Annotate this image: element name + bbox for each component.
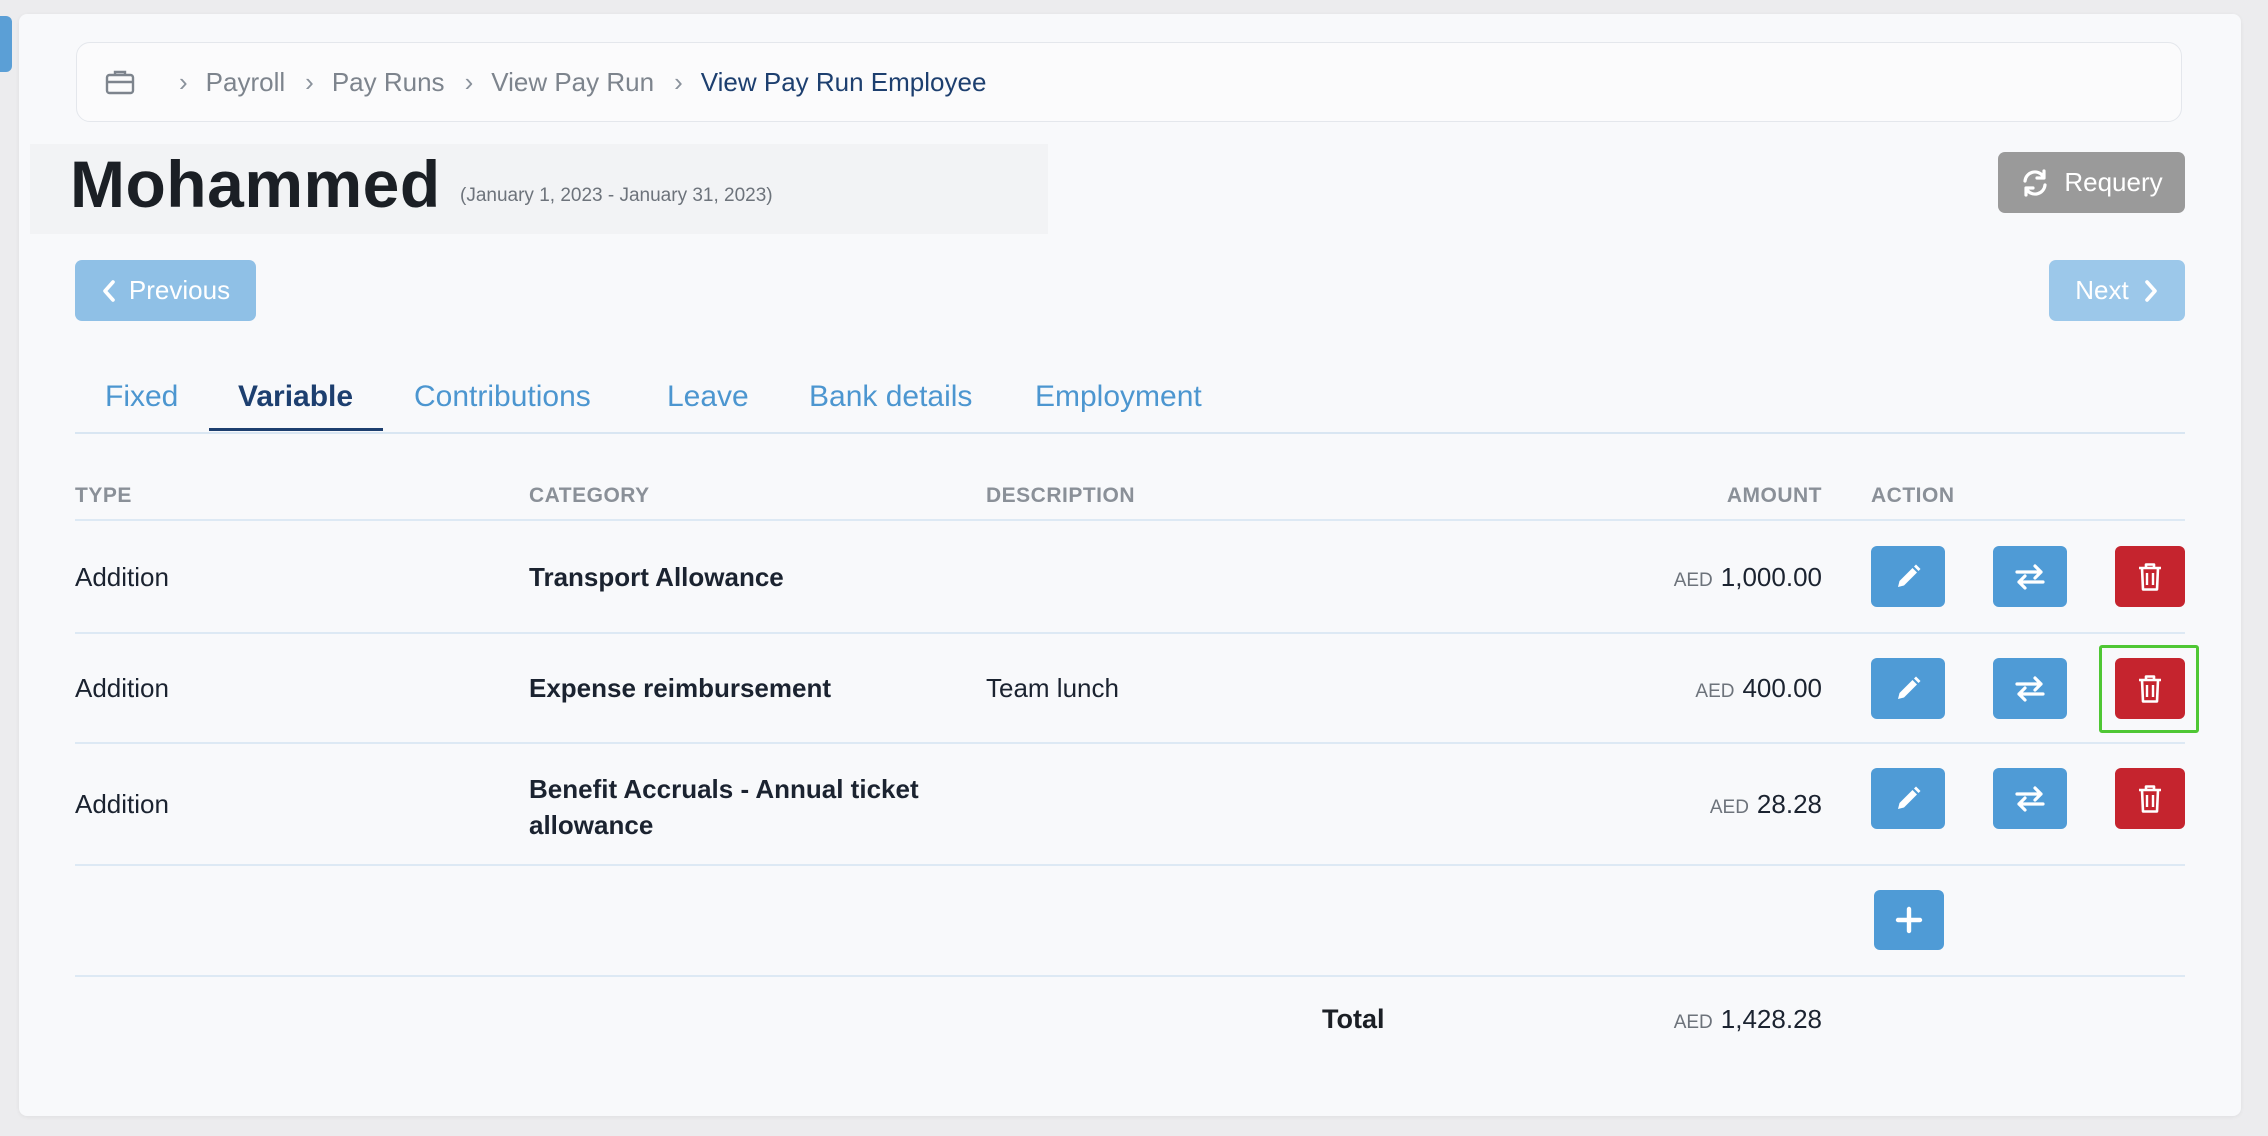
add-line-button[interactable] bbox=[1874, 890, 1944, 950]
page-title: Mohammed bbox=[70, 147, 441, 221]
divider bbox=[75, 519, 2185, 521]
previous-button[interactable]: Previous bbox=[75, 260, 256, 321]
column-header-amount: AMOUNT bbox=[1726, 484, 1822, 507]
tab-contributions[interactable]: Contributions bbox=[414, 380, 591, 414]
currency-code: AED bbox=[1673, 1012, 1713, 1033]
selection-highlight bbox=[2099, 645, 2199, 733]
currency-code: AED bbox=[1673, 570, 1713, 591]
row-description: Team lunch bbox=[986, 673, 1119, 703]
pencil-icon bbox=[1898, 676, 1921, 699]
trash-icon bbox=[2139, 562, 2161, 591]
total-label: Total bbox=[1322, 1004, 1385, 1034]
breadcrumb-separator: › bbox=[674, 66, 683, 97]
row-amount: AED 400.00 bbox=[1695, 673, 1822, 704]
row-amount: AED 28.28 bbox=[1710, 789, 1822, 820]
divider bbox=[75, 632, 2185, 634]
currency-code: AED bbox=[1695, 681, 1735, 702]
row-category: Expense reimbursement bbox=[529, 673, 832, 703]
plus-icon bbox=[1895, 906, 1923, 934]
row-type: Addition bbox=[75, 789, 169, 819]
swap-arrows-icon bbox=[2015, 785, 2045, 812]
transfer-button[interactable] bbox=[1993, 546, 2067, 607]
column-header-action: ACTION bbox=[1871, 484, 1955, 507]
briefcase-icon[interactable] bbox=[105, 69, 135, 95]
tab-variable[interactable]: Variable bbox=[238, 380, 353, 414]
active-tab-indicator bbox=[209, 428, 383, 431]
column-header-category: CATEGORY bbox=[529, 484, 650, 507]
amount-value: 1,428.28 bbox=[1720, 1004, 1822, 1034]
total-amount: AED 1,428.28 bbox=[1674, 1004, 1822, 1035]
edit-button[interactable] bbox=[1871, 658, 1945, 719]
amount-value: 400.00 bbox=[1742, 673, 1822, 703]
tab-bar: Fixed Variable Contributions Leave Bank … bbox=[75, 370, 2185, 434]
row-category: Benefit Accruals - Annual ticket allowan… bbox=[529, 774, 919, 840]
delete-button[interactable] bbox=[2115, 768, 2185, 829]
pencil-icon bbox=[1898, 786, 1921, 809]
requery-button[interactable]: Requery bbox=[1998, 152, 2185, 213]
edit-button[interactable] bbox=[1871, 768, 1945, 829]
next-button[interactable]: Next bbox=[2049, 260, 2185, 321]
amount-value: 1,000.00 bbox=[1720, 562, 1822, 592]
requery-label: Requery bbox=[2064, 167, 2163, 197]
column-header-type: TYPE bbox=[75, 484, 132, 507]
currency-code: AED bbox=[1709, 797, 1749, 818]
breadcrumb-view-pay-run[interactable]: View Pay Run bbox=[491, 67, 654, 98]
column-header-description: DESCRIPTION bbox=[986, 484, 1136, 507]
swap-arrows-icon bbox=[2015, 675, 2045, 702]
breadcrumb-separator: › bbox=[464, 66, 474, 97]
divider bbox=[75, 742, 2185, 744]
row-amount: AED 1,000.00 bbox=[1674, 562, 1822, 593]
tab-bank-details[interactable]: Bank details bbox=[809, 380, 972, 414]
pencil-icon bbox=[1898, 564, 1921, 587]
row-type: Addition bbox=[75, 673, 169, 703]
breadcrumb-payroll[interactable]: Payroll bbox=[206, 67, 285, 98]
divider bbox=[75, 975, 2185, 977]
chevron-left-icon bbox=[103, 279, 115, 302]
row-category: Transport Allowance bbox=[529, 562, 784, 592]
tab-employment[interactable]: Employment bbox=[1035, 380, 1202, 414]
delete-button[interactable] bbox=[2115, 546, 2185, 607]
breadcrumb-separator: › bbox=[179, 66, 188, 97]
trash-icon bbox=[2139, 784, 2161, 813]
refresh-icon bbox=[2023, 168, 2047, 197]
breadcrumb: › Payroll › Pay Runs › View Pay Run › Vi… bbox=[76, 42, 2182, 122]
tab-fixed[interactable]: Fixed bbox=[105, 380, 178, 414]
breadcrumb-current: View Pay Run Employee bbox=[700, 66, 987, 97]
chevron-right-icon bbox=[2144, 279, 2157, 302]
amount-value: 28.28 bbox=[1756, 789, 1822, 819]
next-label: Next bbox=[2075, 275, 2129, 305]
previous-label: Previous bbox=[128, 275, 231, 305]
breadcrumb-separator: › bbox=[305, 66, 314, 97]
swap-arrows-icon bbox=[2015, 563, 2045, 590]
breadcrumb-pay-runs[interactable]: Pay Runs bbox=[332, 67, 445, 98]
edit-button[interactable] bbox=[1871, 546, 1945, 607]
tab-leave[interactable]: Leave bbox=[667, 380, 749, 414]
side-panel-handle[interactable] bbox=[0, 16, 12, 72]
transfer-button[interactable] bbox=[1993, 768, 2067, 829]
transfer-button[interactable] bbox=[1993, 658, 2067, 719]
pay-period: (January 1, 2023 - January 31, 2023) bbox=[460, 185, 773, 206]
row-type: Addition bbox=[75, 562, 169, 592]
divider bbox=[75, 864, 2185, 866]
